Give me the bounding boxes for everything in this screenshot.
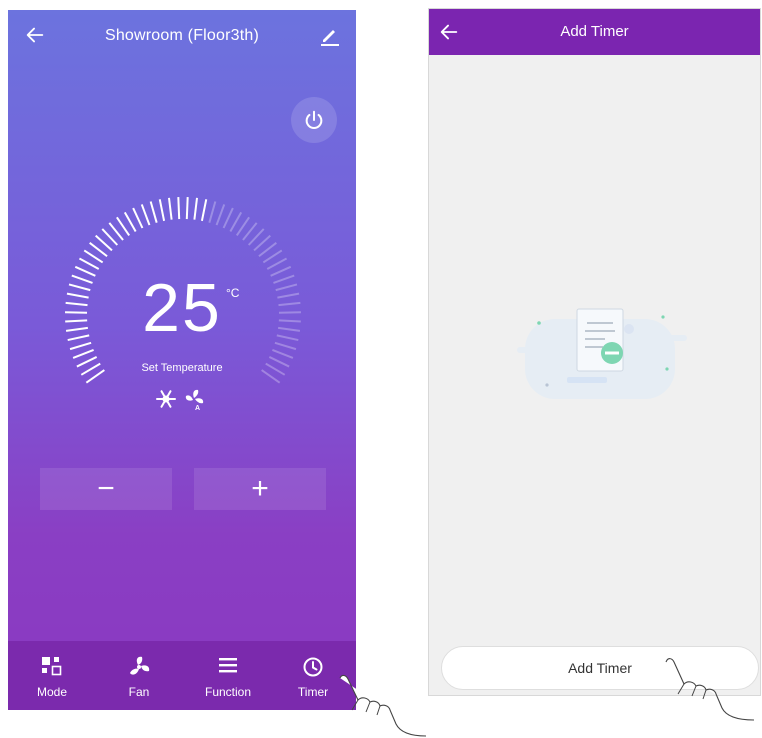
tab-function-label: Function [204,685,252,699]
decrease-temperature-button[interactable]: − [40,468,172,510]
pointing-hand-icon [665,658,755,721]
dial-tick [132,207,144,229]
dial-tick [83,249,104,264]
dial-tick [116,216,131,237]
tab-mode[interactable]: Mode [17,641,87,710]
dial-tick [167,197,173,220]
header: Showroom (Floor3th) [8,10,356,62]
add-timer-screen: Add Timer Add Timer [428,8,761,696]
dial-tick [193,197,199,220]
dial-tick [266,257,288,270]
empty-document-illustration [517,308,687,399]
mode-icon [42,657,62,676]
svg-text:A: A [195,405,200,412]
page-title: Showroom (Floor3th) [104,27,260,44]
dial-tick [272,349,294,359]
temperature-value: 25 [142,270,222,346]
dial-tick [200,199,208,222]
dial-tick [235,216,250,237]
pointing-hand-icon [339,674,427,737]
edit-pencil-icon[interactable] [318,23,342,47]
dial-tick [123,211,137,232]
increase-temperature-button[interactable]: + [194,468,326,510]
tab-mode-label: Mode [36,685,68,699]
bottom-tab-bar: Mode Fan Function Timer [8,641,356,710]
dial-tick [149,201,158,223]
dial-tick [208,201,217,223]
dial-tick [215,204,226,226]
plus-icon: + [251,472,269,505]
dial-tick [185,197,189,220]
fan-icon [130,656,150,675]
set-temperature-label: Set Temperature [141,362,223,374]
page-title: Add Timer [560,23,629,40]
power-icon [305,110,323,129]
tab-function[interactable]: Function [193,641,263,710]
header: Add Timer [429,9,760,55]
auto-fan-icon: A [185,389,204,412]
snowflake-icon [156,390,176,408]
minus-icon: − [97,472,115,505]
thermostat-screen: Showroom (Floor3th) 25 °C Set Temperatur… [8,10,356,710]
menu-icon [219,658,237,673]
dial-tick [140,204,151,226]
mode-status-icons: A [156,389,204,412]
temperature-unit: °C [226,286,240,300]
clock-icon [303,657,323,677]
dial-tick [177,197,181,220]
dial-tick [78,257,100,270]
dial-tick [222,207,234,229]
dial-tick [229,211,243,232]
power-button[interactable] [291,97,337,143]
dial-tick [262,249,283,264]
tab-fan[interactable]: Fan [104,641,174,710]
tab-fan-label: Fan [128,685,150,699]
dial-tick [158,199,166,222]
dial-tick [72,349,94,359]
